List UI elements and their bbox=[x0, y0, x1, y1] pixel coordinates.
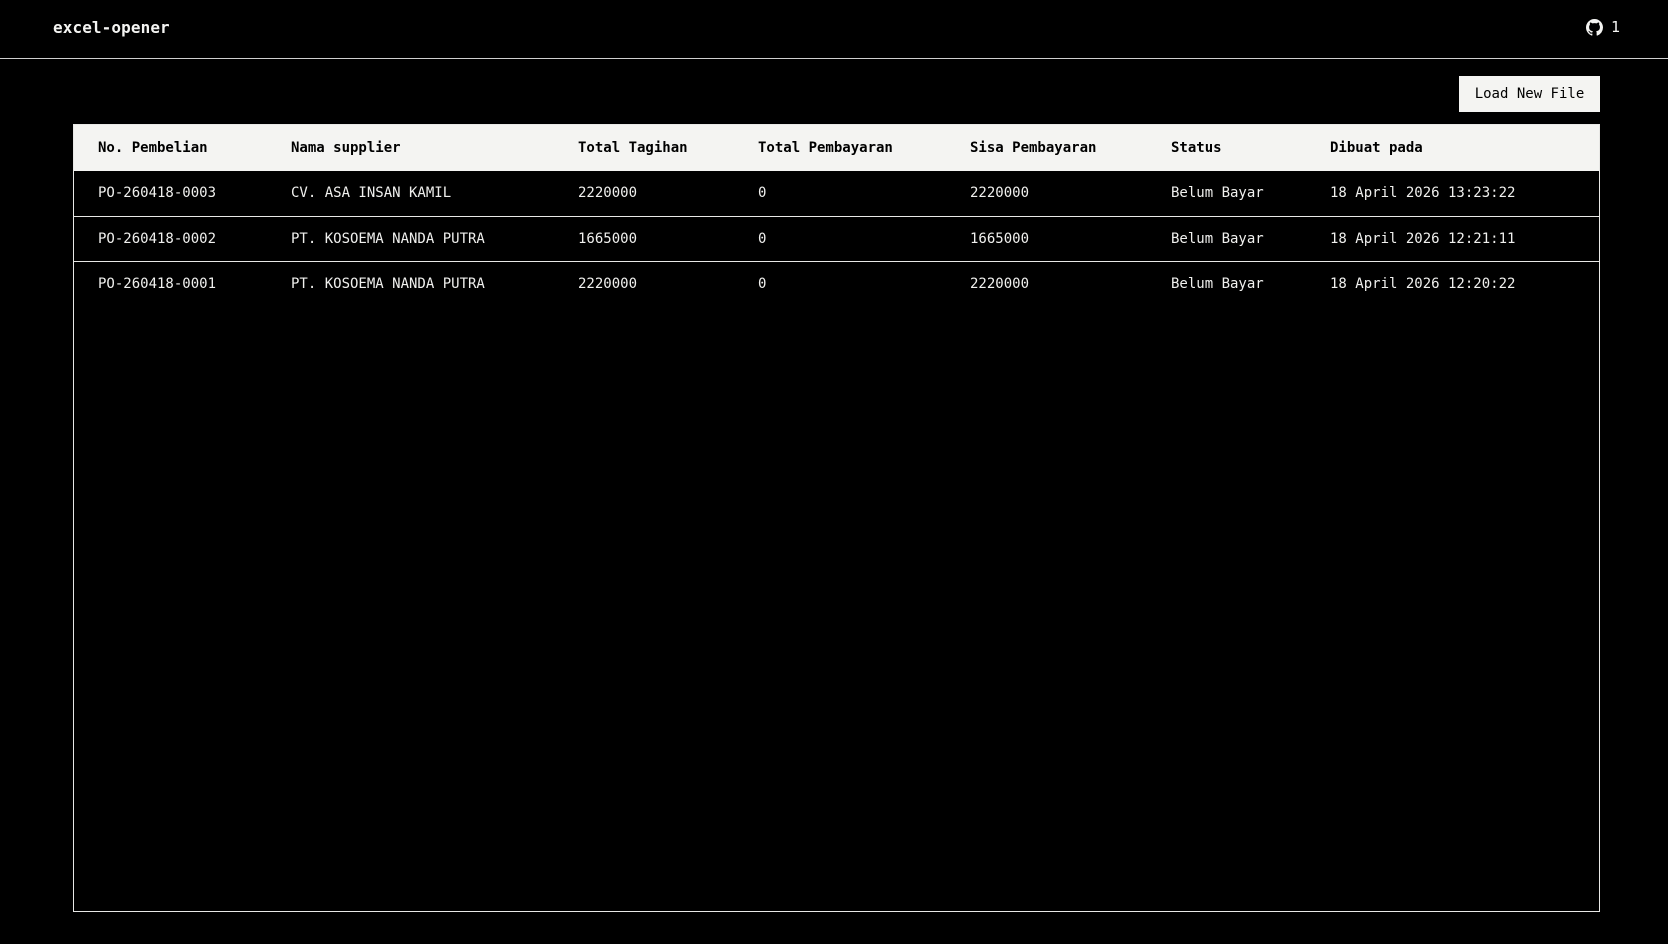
column-header[interactable]: Sisa Pembayaran bbox=[946, 125, 1147, 171]
column-header[interactable]: No. Pembelian bbox=[74, 125, 267, 171]
column-header[interactable]: Total Pembayaran bbox=[734, 125, 946, 171]
purchase-table: No. Pembelian Nama supplier Total Tagiha… bbox=[74, 125, 1599, 306]
github-count: 1 bbox=[1610, 18, 1620, 36]
data-table-container: No. Pembelian Nama supplier Total Tagiha… bbox=[73, 124, 1600, 912]
load-new-file-button[interactable]: Load New File bbox=[1459, 76, 1600, 112]
table-row[interactable]: PO-260418-0002 PT. KOSOEMA NANDA PUTRA 1… bbox=[74, 216, 1599, 261]
table-cell: PT. KOSOEMA NANDA PUTRA bbox=[291, 230, 485, 247]
table-cell: PO-260418-0003 bbox=[98, 185, 217, 202]
top-bar: excel-opener 1 bbox=[0, 0, 1668, 59]
table-cell: 2220000 bbox=[970, 275, 1030, 292]
column-header[interactable]: Dibuat pada bbox=[1306, 125, 1599, 171]
table-cell: 18 April 2026 12:20:22 bbox=[1330, 275, 1516, 292]
column-header[interactable]: Total Tagihan bbox=[554, 125, 734, 171]
column-header[interactable]: Nama supplier bbox=[267, 125, 554, 171]
table-cell: 1665000 bbox=[970, 230, 1030, 247]
table-cell: 18 April 2026 13:23:22 bbox=[1330, 185, 1516, 202]
github-link[interactable]: 1 bbox=[1585, 18, 1620, 36]
table-cell: 0 bbox=[758, 185, 767, 202]
table-header-row: No. Pembelian Nama supplier Total Tagiha… bbox=[74, 125, 1599, 171]
table-cell: Belum Bayar bbox=[1171, 185, 1264, 202]
table-cell: 18 April 2026 12:21:11 bbox=[1330, 230, 1516, 247]
table-cell: PT. KOSOEMA NANDA PUTRA bbox=[291, 275, 485, 292]
column-header[interactable]: Status bbox=[1147, 125, 1306, 171]
app-title: excel-opener bbox=[53, 18, 170, 37]
github-icon bbox=[1585, 18, 1603, 36]
table-cell: 2220000 bbox=[578, 185, 638, 202]
table-row[interactable]: PO-260418-0003 CV. ASA INSAN KAMIL 22200… bbox=[74, 171, 1599, 216]
table-cell: 2220000 bbox=[970, 185, 1030, 202]
table-cell: Belum Bayar bbox=[1171, 275, 1264, 292]
table-cell: 0 bbox=[758, 230, 767, 247]
table-cell: PO-260418-0002 bbox=[98, 230, 217, 247]
table-cell: 2220000 bbox=[578, 275, 638, 292]
table-cell: Belum Bayar bbox=[1171, 230, 1264, 247]
table-cell: CV. ASA INSAN KAMIL bbox=[291, 185, 452, 202]
table-cell: 0 bbox=[758, 275, 767, 292]
table-row[interactable]: PO-260418-0001 PT. KOSOEMA NANDA PUTRA 2… bbox=[74, 261, 1599, 306]
table-cell: PO-260418-0001 bbox=[98, 275, 217, 292]
table-cell: 1665000 bbox=[578, 230, 638, 247]
